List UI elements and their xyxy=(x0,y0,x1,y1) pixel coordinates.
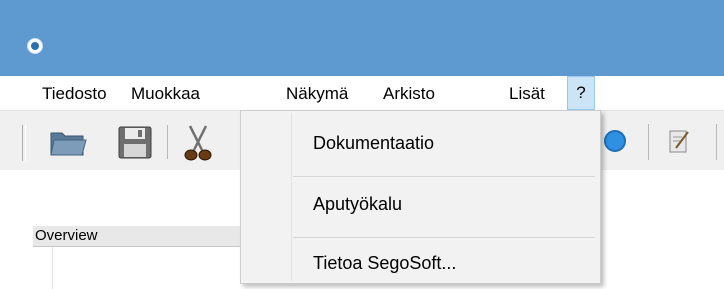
menu-tiedosto[interactable]: Tiedosto xyxy=(42,76,107,110)
app-logo-icon[interactable] xyxy=(27,38,43,54)
overview-panel[interactable] xyxy=(33,247,245,289)
open-folder-icon[interactable] xyxy=(49,127,87,159)
menu-separator xyxy=(293,237,595,238)
menu-gutter xyxy=(291,113,292,281)
menu-help[interactable]: ? xyxy=(567,76,595,110)
globe-icon[interactable] xyxy=(604,130,626,152)
menu-item-aputyokalu[interactable]: Aputyökalu xyxy=(313,194,402,215)
menu-muokkaa[interactable]: Muokkaa xyxy=(131,76,200,110)
toolbar-separator xyxy=(648,124,649,160)
menu-item-dokumentaatio[interactable]: Dokumentaatio xyxy=(313,133,434,154)
tree-guide-line xyxy=(52,247,53,289)
menu-arkisto[interactable]: Arkisto xyxy=(383,76,435,110)
toolbar-grip[interactable] xyxy=(22,125,26,161)
title-bar xyxy=(0,0,724,76)
toolbar-separator xyxy=(716,124,717,160)
help-dropdown-menu: Dokumentaatio Aputyökalu Tietoa SegoSoft… xyxy=(240,110,601,284)
toolbar-separator xyxy=(167,125,168,159)
overview-header: Overview xyxy=(33,226,245,247)
cut-scissors-icon[interactable] xyxy=(182,124,214,162)
document-edit-icon[interactable] xyxy=(668,128,690,154)
menu-nakyma[interactable]: Näkymä xyxy=(286,76,348,110)
menu-lisat[interactable]: Lisät xyxy=(509,76,545,110)
menu-item-tietoa-segosoft[interactable]: Tietoa SegoSoft... xyxy=(313,253,456,274)
menu-separator xyxy=(293,176,595,177)
save-disk-icon[interactable] xyxy=(118,126,152,159)
menu-bar: Tiedosto Muokkaa Näkymä Arkisto Lisät ? xyxy=(0,76,724,110)
